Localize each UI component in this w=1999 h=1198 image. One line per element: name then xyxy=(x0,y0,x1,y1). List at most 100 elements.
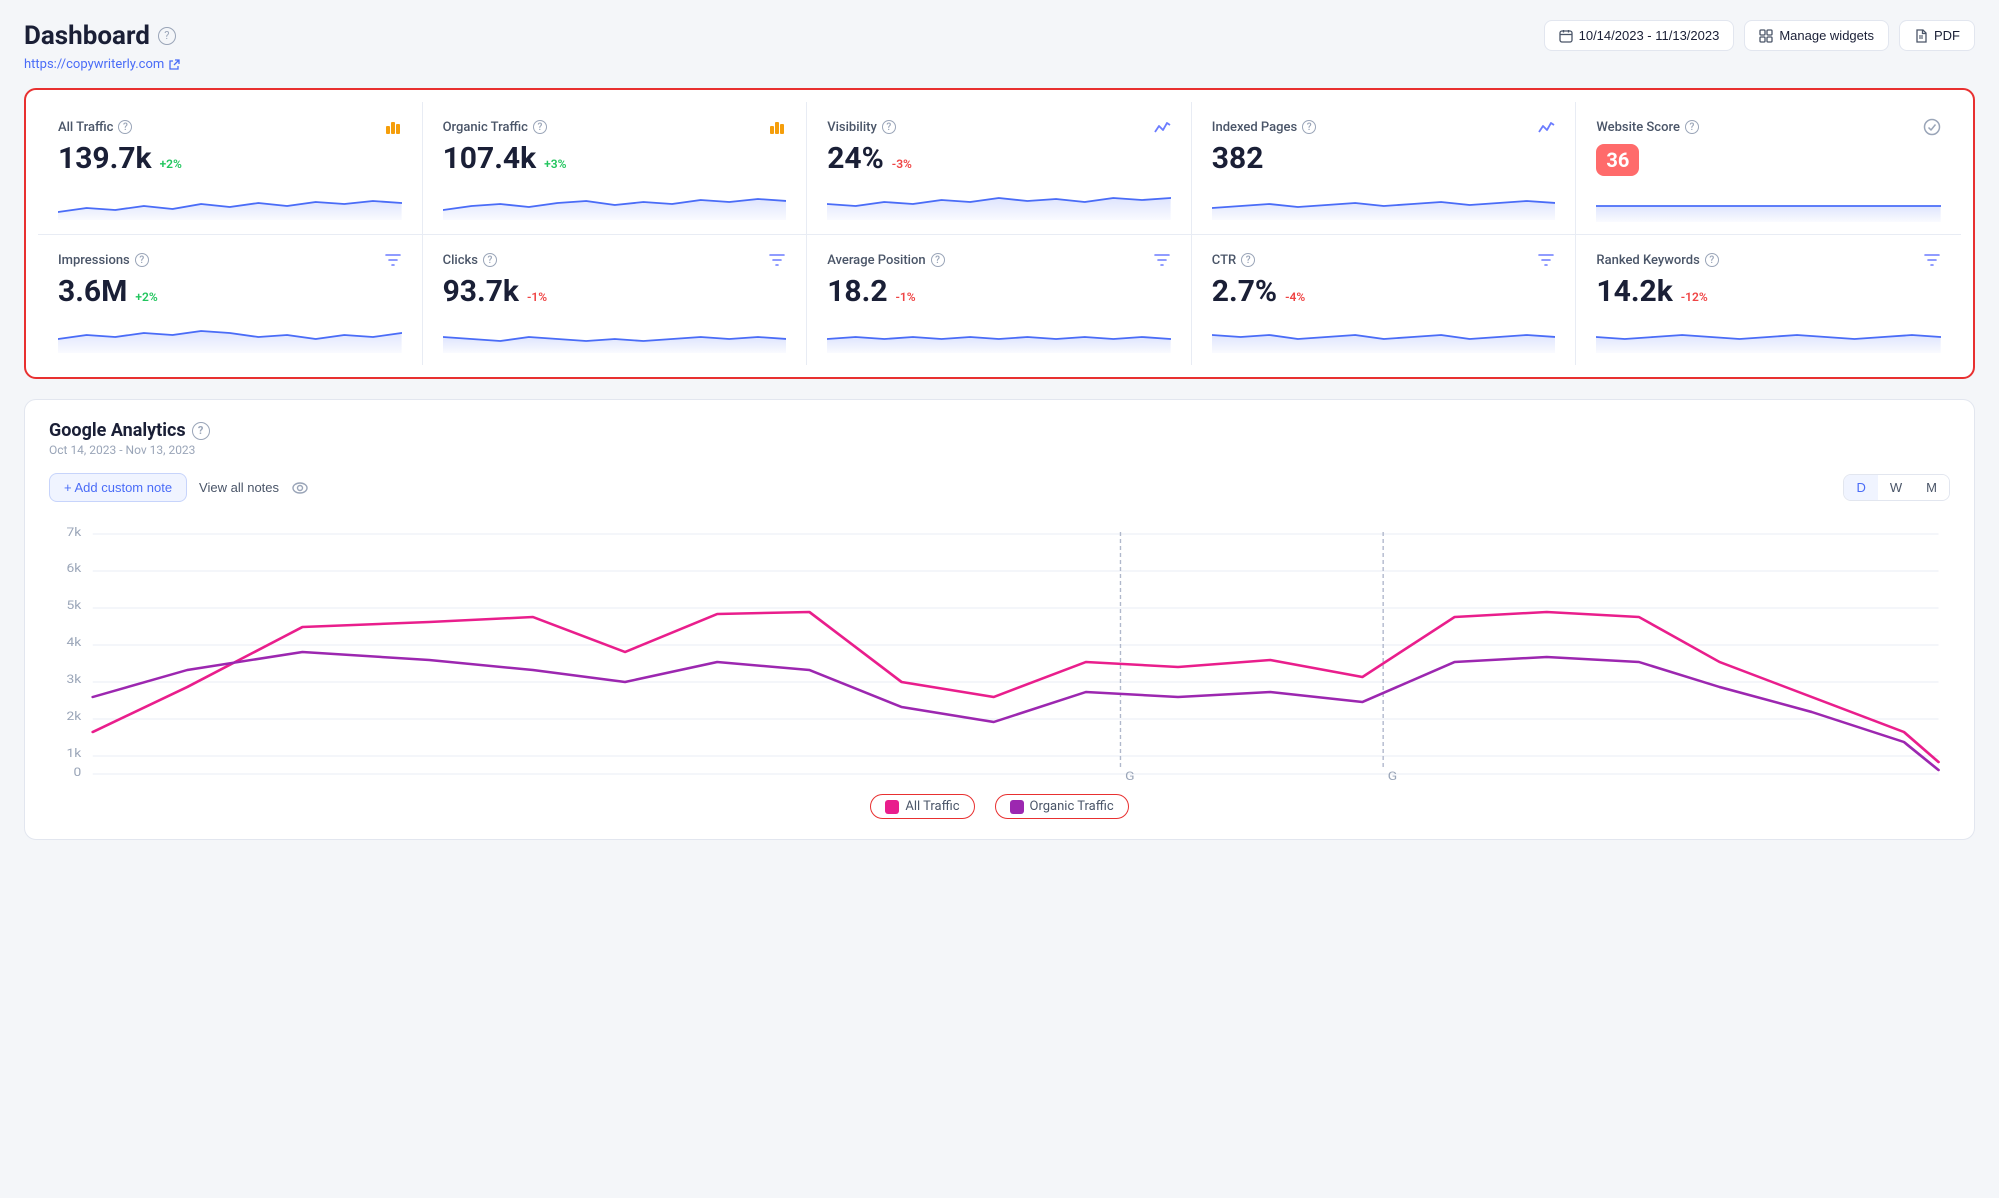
metric-help-icon-organic-traffic[interactable]: ? xyxy=(533,120,547,134)
metric-card-ctr: CTR ? 2.7% -4% xyxy=(1192,235,1577,365)
sparkline-website-score xyxy=(1596,186,1941,222)
metric-header-impressions: Impressions ? xyxy=(58,251,402,269)
help-icon[interactable]: ? xyxy=(158,27,176,45)
metric-help-icon-clicks[interactable]: ? xyxy=(483,253,497,267)
chart-area: 7k 6k 5k 4k 3k 2k 1k 0 G xyxy=(49,522,1950,782)
metrics-grid: All Traffic ? 139.7k +2% xyxy=(38,102,1961,365)
metric-value-ranked-keywords: 14.2k xyxy=(1596,277,1672,307)
metric-change-all-traffic: +2% xyxy=(160,157,182,171)
metric-label-website-score: Website Score ? xyxy=(1596,120,1699,135)
view-notes-button[interactable]: View all notes xyxy=(199,480,279,495)
metric-help-icon-website-score[interactable]: ? xyxy=(1685,120,1699,134)
bar-chart-icon xyxy=(768,118,786,136)
metric-value-clicks: 93.7k xyxy=(443,277,519,307)
metric-help-icon-ranked-keywords[interactable]: ? xyxy=(1705,253,1719,267)
metric-header-all-traffic: All Traffic ? xyxy=(58,118,402,136)
manage-widgets-button[interactable]: Manage widgets xyxy=(1744,20,1889,51)
metric-change-visibility: -3% xyxy=(892,157,912,171)
filter-icon xyxy=(1923,251,1941,269)
metric-value-ctr: 2.7% xyxy=(1212,277,1277,307)
period-btn-d[interactable]: D xyxy=(1844,475,1877,500)
header-right: 10/14/2023 - 11/13/2023 Manage widgets xyxy=(1544,20,1975,51)
metric-change-clicks: -1% xyxy=(527,290,547,304)
metric-card-visibility: Visibility ? 24% -3% xyxy=(807,102,1192,235)
sparkline-all-traffic xyxy=(58,184,402,220)
sparkline-ranked-keywords xyxy=(1596,317,1941,353)
calendar-icon xyxy=(1559,29,1573,43)
metric-value-organic-traffic: 107.4k xyxy=(443,144,537,174)
add-note-button[interactable]: + Add custom note xyxy=(49,473,187,502)
metric-header-organic-traffic: Organic Traffic ? xyxy=(443,118,787,136)
metric-header-ctr: CTR ? xyxy=(1212,251,1556,269)
check-circle-icon xyxy=(1923,118,1941,136)
legend-all-traffic: All Traffic xyxy=(870,794,974,819)
sparkline-clicks xyxy=(443,317,787,353)
metric-value-indexed-pages: 382 xyxy=(1212,144,1264,174)
metric-label-visibility: Visibility ? xyxy=(827,120,896,135)
metric-card-ranked-keywords: Ranked Keywords ? 14.2k -12% xyxy=(1576,235,1961,365)
metric-label-organic-traffic: Organic Traffic ? xyxy=(443,120,547,135)
sparkline-indexed-pages xyxy=(1212,184,1556,220)
metric-value-row-visibility: 24% -3% xyxy=(827,144,1171,174)
header-left: Dashboard ? xyxy=(24,21,176,51)
svg-text:6k: 6k xyxy=(66,562,81,576)
analytics-help-icon[interactable]: ? xyxy=(192,422,210,440)
svg-text:3k: 3k xyxy=(66,673,81,687)
chart-svg: 7k 6k 5k 4k 3k 2k 1k 0 G xyxy=(49,522,1950,782)
eye-icon[interactable] xyxy=(291,479,309,497)
metrics-grid-wrapper: All Traffic ? 139.7k +2% xyxy=(24,88,1975,379)
page-header: Dashboard ? 10/14/2023 - 11/13/2023 xyxy=(24,20,1975,51)
metric-value-row-organic-traffic: 107.4k +3% xyxy=(443,144,787,174)
metric-help-icon-impressions[interactable]: ? xyxy=(135,253,149,267)
period-btn-m[interactable]: M xyxy=(1914,475,1949,500)
svg-text:2k: 2k xyxy=(66,710,81,724)
filter-icon xyxy=(768,251,786,269)
metric-help-icon-average-position[interactable]: ? xyxy=(931,253,945,267)
analytics-date: Oct 14, 2023 - Nov 13, 2023 xyxy=(49,443,1950,457)
metric-value-row-website-score: 36 xyxy=(1596,144,1941,176)
metric-label-ranked-keywords: Ranked Keywords ? xyxy=(1596,253,1718,268)
metric-help-icon-indexed-pages[interactable]: ? xyxy=(1302,120,1316,134)
metric-help-icon-ctr[interactable]: ? xyxy=(1241,253,1255,267)
metric-value-visibility: 24% xyxy=(827,144,884,174)
sparkline-visibility xyxy=(827,184,1171,220)
svg-text:0: 0 xyxy=(73,766,81,780)
pdf-button[interactable]: PDF xyxy=(1899,20,1975,51)
metric-value-row-indexed-pages: 382 xyxy=(1212,144,1556,174)
date-range-button[interactable]: 10/14/2023 - 11/13/2023 xyxy=(1544,20,1735,51)
metric-change-ctr: -4% xyxy=(1285,290,1305,304)
metric-value-row-clicks: 93.7k -1% xyxy=(443,277,787,307)
metric-change-ranked-keywords: -12% xyxy=(1681,290,1708,304)
svg-text:1k: 1k xyxy=(66,747,81,761)
metric-header-average-position: Average Position ? xyxy=(827,251,1171,269)
metric-card-indexed-pages: Indexed Pages ? 382 xyxy=(1192,102,1577,235)
metric-value-row-average-position: 18.2 -1% xyxy=(827,277,1171,307)
metric-value-row-impressions: 3.6M +2% xyxy=(58,277,402,307)
legend-organic-traffic: Organic Traffic xyxy=(995,794,1129,819)
metric-help-icon-visibility[interactable]: ? xyxy=(882,120,896,134)
metric-label-indexed-pages: Indexed Pages ? xyxy=(1212,120,1316,135)
metric-help-icon-all-traffic[interactable]: ? xyxy=(118,120,132,134)
external-link-icon xyxy=(168,59,180,71)
sparkline-impressions xyxy=(58,317,402,353)
metric-header-visibility: Visibility ? xyxy=(827,118,1171,136)
metric-value-average-position: 18.2 xyxy=(827,277,887,307)
filter-icon xyxy=(384,251,402,269)
widgets-icon xyxy=(1759,29,1773,43)
line-chart-icon xyxy=(1537,118,1555,136)
metric-header-ranked-keywords: Ranked Keywords ? xyxy=(1596,251,1941,269)
metric-change-average-position: -1% xyxy=(896,290,916,304)
metric-card-website-score: Website Score ? 36 xyxy=(1576,102,1961,235)
metric-card-organic-traffic: Organic Traffic ? 107.4k +3% xyxy=(423,102,808,235)
period-btn-w[interactable]: W xyxy=(1878,475,1914,500)
chart-legend: All Traffic Organic Traffic xyxy=(49,794,1950,819)
metric-label-ctr: CTR ? xyxy=(1212,253,1255,268)
site-url-link[interactable]: https://copywriterly.com xyxy=(24,57,1975,72)
svg-text:7k: 7k xyxy=(66,526,81,540)
metric-label-all-traffic: All Traffic ? xyxy=(58,120,132,135)
metric-card-all-traffic: All Traffic ? 139.7k +2% xyxy=(38,102,423,235)
svg-text:G: G xyxy=(1125,770,1134,782)
sparkline-average-position xyxy=(827,317,1171,353)
pdf-icon xyxy=(1914,29,1928,43)
metric-change-organic-traffic: +3% xyxy=(544,157,566,171)
